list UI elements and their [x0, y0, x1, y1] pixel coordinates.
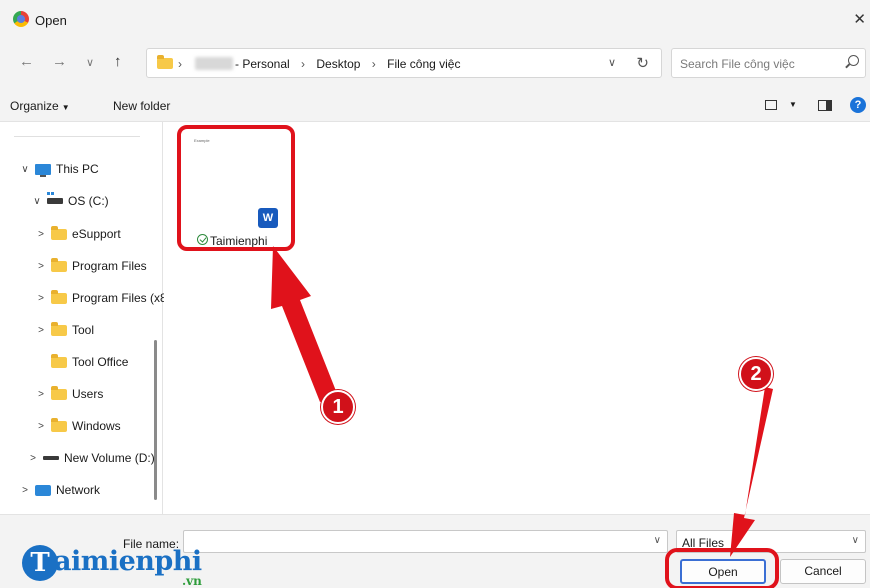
divider	[14, 136, 140, 137]
new-folder-button[interactable]: New folder	[113, 99, 170, 113]
sidebar-item-esupport[interactable]: > eSupport	[36, 224, 121, 244]
sidebar-item-label: Program Files	[72, 259, 147, 273]
sidebar-item-program-files[interactable]: > Program Files	[36, 256, 147, 276]
refresh-icon[interactable]: ↻	[636, 54, 649, 72]
caret-down-icon: ▼	[61, 103, 70, 112]
logo-suffix: .vn	[182, 574, 202, 588]
breadcrumb-separator: ›	[301, 57, 306, 71]
folder-icon	[157, 55, 173, 69]
expand-chevron-icon[interactable]: ∨	[32, 196, 42, 207]
folder-icon	[51, 353, 67, 368]
file-name-input[interactable]: ∨	[183, 530, 668, 553]
sidebar-item-label: eSupport	[72, 227, 121, 241]
sidebar-item-program-files-x86[interactable]: > Program Files (x86)	[36, 288, 177, 308]
organize-label: Organize	[10, 99, 59, 113]
sidebar-scrollbar[interactable]	[154, 340, 157, 500]
expand-chevron-icon[interactable]: >	[36, 261, 46, 272]
expand-chevron-icon[interactable]: >	[36, 421, 46, 432]
highlight-box-file	[177, 125, 295, 251]
step-1-badge: 1	[321, 390, 355, 424]
sidebar-item-label: Tool	[72, 323, 95, 337]
sidebar-item-label: New Volume (D:)	[64, 451, 155, 465]
expand-chevron-icon[interactable]: >	[36, 293, 46, 304]
sidebar-item-tool-office[interactable]: Tool Office	[36, 352, 128, 372]
breadcrumb-personal[interactable]: - Personal	[235, 57, 290, 71]
watermark-logo: T aimienphi .vn	[22, 545, 222, 588]
folder-icon	[51, 417, 67, 432]
sidebar-item-label: Program Files (x86)	[72, 291, 178, 305]
title-bar: Open ✕	[0, 0, 870, 40]
folder-icon	[51, 257, 67, 272]
logo-letter: T	[22, 545, 58, 581]
forward-arrow-icon[interactable]: →	[52, 53, 67, 70]
sidebar-item-os-c[interactable]: ∨ OS (C:)	[32, 191, 109, 211]
sidebar-item-label: Windows	[72, 419, 121, 433]
breadcrumb-separator: ›	[178, 57, 182, 71]
search-icon[interactable]	[848, 55, 859, 66]
chevron-down-icon[interactable]: ∨	[654, 535, 661, 546]
sidebar-item-label: Users	[72, 387, 104, 401]
breadcrumb: - Personal › Desktop › File công việc	[235, 57, 468, 71]
close-icon[interactable]: ✕	[853, 10, 866, 28]
folder-icon	[51, 225, 67, 240]
breadcrumb-current-folder[interactable]: File công việc	[387, 57, 460, 71]
sidebar-item-tool[interactable]: > Tool	[36, 320, 94, 340]
drive-icon	[47, 192, 63, 204]
expand-chevron-icon[interactable]: >	[20, 485, 30, 496]
window-title: Open	[35, 13, 67, 28]
volume-icon	[43, 456, 59, 460]
cancel-button[interactable]: Cancel	[780, 559, 866, 584]
sidebar-item-windows[interactable]: > Windows	[36, 416, 121, 436]
logo-text: aimienphi	[54, 546, 202, 577]
breadcrumb-separator: ›	[371, 57, 376, 71]
file-list-area[interactable]: Example W Taimienphi	[164, 122, 870, 514]
navigation-pane[interactable]: ∨ This PC ∨ OS (C:) > eSupport > Program…	[0, 122, 177, 514]
command-toolbar: Organize ▼ New folder ▼ ?	[0, 90, 870, 122]
sidebar-item-label: OS (C:)	[68, 194, 109, 208]
expand-chevron-icon[interactable]: >	[28, 453, 38, 464]
step-2-badge: 2	[739, 357, 773, 391]
expand-chevron-icon[interactable]: >	[36, 325, 46, 336]
folder-icon	[51, 321, 67, 336]
sidebar-item-this-pc[interactable]: ∨ This PC	[20, 159, 99, 179]
expand-chevron-icon[interactable]: >	[36, 389, 46, 400]
expand-chevron-icon[interactable]: ∨	[20, 164, 30, 175]
redacted-username	[195, 57, 233, 70]
view-dropdown-icon[interactable]: ▼	[789, 100, 797, 109]
sidebar-item-label: This PC	[56, 162, 99, 176]
view-options-icon[interactable]	[765, 100, 777, 110]
organize-button[interactable]: Organize ▼	[10, 99, 70, 113]
folder-icon	[51, 385, 67, 400]
search-placeholder: Search File công việc	[680, 57, 795, 71]
folder-icon	[51, 289, 67, 304]
sidebar-item-label: Tool Office	[72, 355, 129, 369]
sidebar-item-new-volume[interactable]: > New Volume (D:)	[28, 448, 155, 468]
address-bar[interactable]: › - Personal › Desktop › File công việc …	[146, 48, 662, 78]
breadcrumb-desktop[interactable]: Desktop	[316, 57, 360, 71]
sidebar-item-label: Network	[56, 483, 101, 497]
navigation-bar: ← → ∨ ↑ › - Personal › Desktop › File cô…	[0, 40, 870, 90]
browser-app-icon	[13, 11, 29, 27]
sidebar-item-users[interactable]: > Users	[36, 384, 103, 404]
recent-locations-chevron-icon[interactable]: ∨	[86, 56, 94, 69]
highlight-box-open	[665, 548, 779, 588]
back-arrow-icon[interactable]: ←	[19, 53, 34, 70]
search-box[interactable]: Search File công việc	[671, 48, 866, 78]
up-arrow-icon[interactable]: ↑	[114, 53, 122, 70]
sidebar-item-network[interactable]: > Network	[20, 480, 100, 500]
chevron-down-icon[interactable]: ∨	[852, 535, 859, 546]
expand-chevron-icon[interactable]: >	[36, 229, 46, 240]
network-icon	[35, 484, 51, 496]
help-icon[interactable]: ?	[850, 97, 866, 113]
address-dropdown-icon[interactable]: ∨	[608, 56, 616, 69]
pc-icon	[35, 163, 51, 177]
preview-pane-icon[interactable]	[818, 100, 832, 111]
